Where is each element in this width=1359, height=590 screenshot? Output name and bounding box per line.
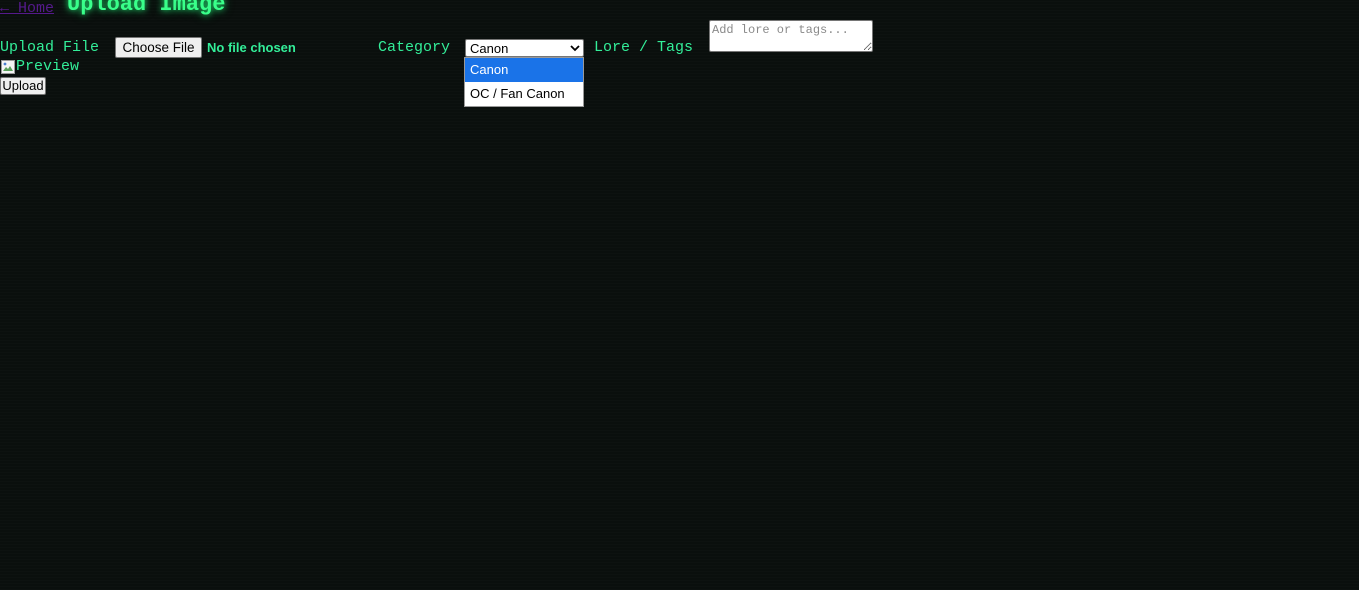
upload-button[interactable]: Upload (0, 77, 46, 95)
choose-file-button[interactable]: Choose File (115, 37, 202, 58)
category-selected-value: Canon (470, 41, 509, 56)
file-status-text: No file chosen (207, 40, 296, 55)
category-option-oc-fan-canon[interactable]: OC / Fan Canon (465, 82, 583, 106)
chevron-down-icon (570, 45, 580, 52)
category-option-canon[interactable]: Canon (465, 58, 583, 82)
page-title: Upload Image (67, 0, 226, 17)
upload-page: ← Home Upload Image Upload File Choose F… (0, 0, 1359, 590)
lore-tags-label: Lore / Tags (594, 39, 694, 56)
category-dropdown-list: Canon OC / Fan Canon (464, 57, 584, 107)
preview-alt-text: Preview (16, 58, 80, 75)
home-link[interactable]: ← Home (0, 0, 54, 17)
lore-tags-input[interactable] (709, 20, 873, 52)
upload-file-label: Upload File (0, 39, 100, 56)
category-select[interactable]: Canon (465, 39, 584, 57)
broken-image-icon (1, 60, 15, 74)
category-label: Category (378, 39, 451, 56)
